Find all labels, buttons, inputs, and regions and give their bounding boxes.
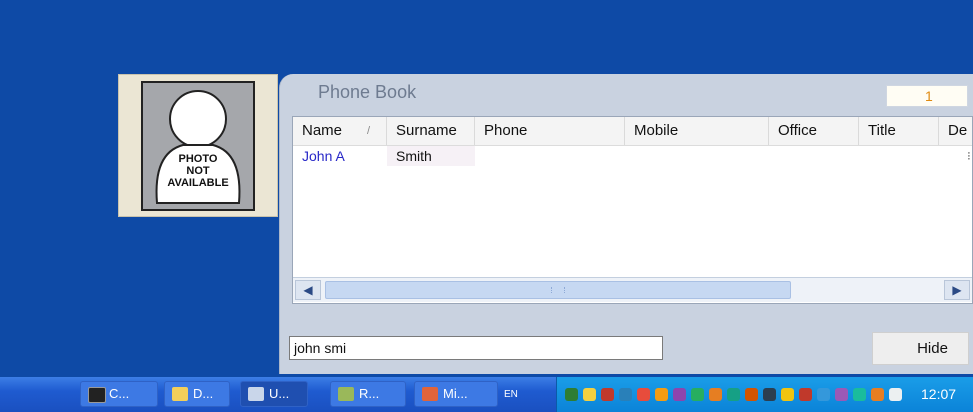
chevron-right-icon: ▶ — [952, 283, 962, 297]
tray-icon-12[interactable] — [763, 388, 776, 401]
cell-phone — [475, 146, 625, 166]
column-header-phone[interactable]: Phone — [475, 117, 625, 145]
column-header-name[interactable]: Name / — [293, 117, 387, 145]
chevron-left-icon: ◀ — [303, 283, 313, 297]
taskbar-button-active-app[interactable]: U... — [240, 381, 308, 407]
cell-surname: Smith — [387, 146, 475, 166]
system-clock[interactable]: 12:07 — [921, 386, 956, 402]
column-header-title[interactable]: Title — [859, 117, 939, 145]
photo-text-line-3: AVAILABLE — [167, 177, 229, 189]
taskbar-button-mail[interactable]: Mi... — [414, 381, 498, 407]
taskbar-button-folder[interactable]: D... — [164, 381, 230, 407]
grid-header: Name / Surname Phone Mobile Office Title… — [293, 117, 972, 146]
result-count-box: 1 — [886, 85, 968, 107]
tray-icon-5[interactable] — [637, 388, 650, 401]
cell-name: John A — [302, 148, 345, 164]
tray-icon-2[interactable] — [583, 388, 596, 401]
column-header-department[interactable]: De — [939, 117, 972, 145]
tray-icon-11[interactable] — [745, 388, 758, 401]
mail-icon — [422, 387, 438, 401]
scroll-right-button[interactable]: ▶ — [944, 280, 970, 300]
tool-icon — [338, 387, 354, 401]
photo-text-line-1: PHOTO — [178, 153, 218, 165]
sort-indicator-icon: / — [367, 125, 371, 137]
column-header-office[interactable]: Office — [769, 117, 859, 145]
tray-icon-16[interactable] — [835, 388, 848, 401]
language-indicator[interactable]: EN — [504, 389, 518, 400]
tray-icon-18[interactable] — [871, 388, 884, 401]
phonebook-window: Phone Book 1 Name / Surname Phone Mobile… — [279, 74, 973, 374]
horizontal-scrollbar[interactable]: ◀ ▶ — [293, 277, 972, 302]
photo-placeholder: PHOTO NOT AVAILABLE — [141, 81, 255, 211]
taskbar-button-console[interactable]: C... — [80, 381, 158, 407]
photo-panel: PHOTO NOT AVAILABLE — [118, 74, 278, 217]
scrollbar-thumb[interactable] — [325, 281, 791, 299]
search-input[interactable]: john smi — [289, 336, 663, 360]
tray-icon-13[interactable] — [781, 388, 794, 401]
tray-icon-9[interactable] — [709, 388, 722, 401]
person-silhouette-icon — [155, 90, 241, 204]
table-row[interactable]: John A Smith ⁝ — [293, 146, 972, 166]
tray-icon-15[interactable] — [817, 388, 830, 401]
tray-icon-10[interactable] — [727, 388, 740, 401]
cell-mobile — [625, 146, 769, 166]
tray-icon-19[interactable] — [889, 388, 902, 401]
tray-icon-8[interactable] — [691, 388, 704, 401]
result-count: 1 — [925, 88, 933, 104]
tray-icon-17[interactable] — [853, 388, 866, 401]
tray-icon-1[interactable] — [565, 388, 578, 401]
photo-text-line-2: NOT — [186, 165, 210, 177]
grip-icon — [551, 287, 565, 293]
system-tray: 12:07 — [556, 377, 973, 412]
row-overflow-marker: ⁝ — [967, 149, 971, 163]
contacts-grid[interactable]: Name / Surname Phone Mobile Office Title… — [292, 116, 973, 304]
app-window-icon — [248, 387, 264, 401]
cell-title — [859, 146, 939, 166]
console-icon — [88, 387, 106, 403]
hide-button[interactable]: Hide — [872, 332, 969, 365]
tray-icon-4[interactable] — [619, 388, 632, 401]
tray-icon-6[interactable] — [655, 388, 668, 401]
tray-icon-14[interactable] — [799, 388, 812, 401]
tray-icon-3[interactable] — [601, 388, 614, 401]
cell-office — [769, 146, 859, 166]
scroll-left-button[interactable]: ◀ — [295, 280, 321, 300]
column-header-mobile[interactable]: Mobile — [625, 117, 769, 145]
folder-icon — [172, 387, 188, 401]
taskbar-button-tool[interactable]: R... — [330, 381, 406, 407]
column-header-surname[interactable]: Surname — [387, 117, 475, 145]
window-title: Phone Book — [318, 82, 417, 102]
taskbar: C... D... U... R... Mi... EN 12:07 — [0, 377, 973, 412]
tray-icon-7[interactable] — [673, 388, 686, 401]
